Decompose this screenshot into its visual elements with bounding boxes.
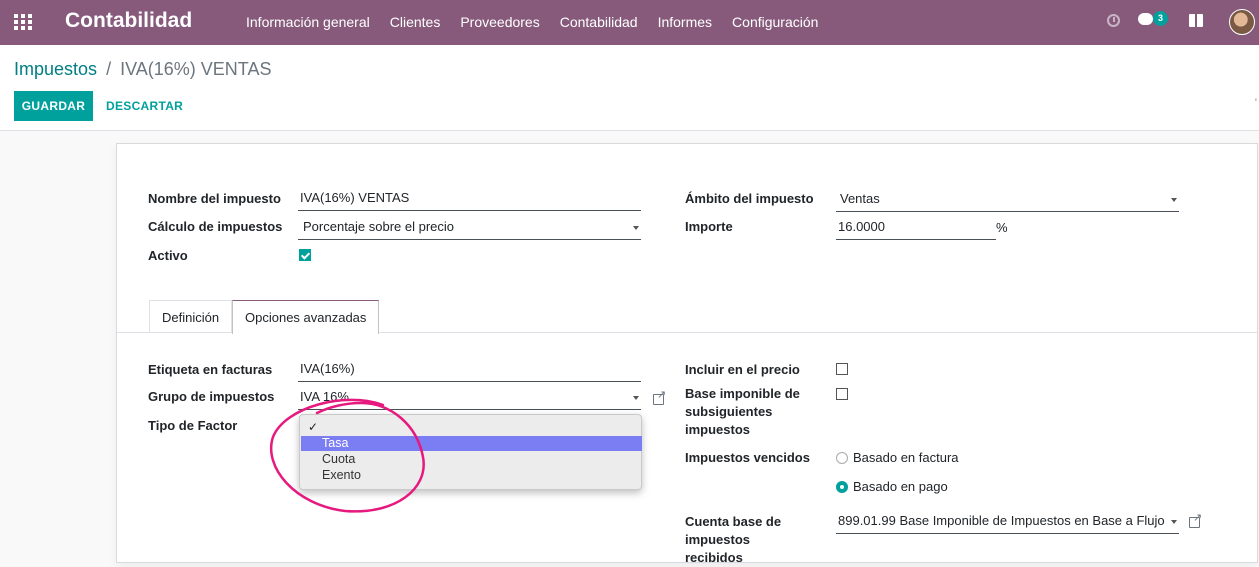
tax-computation-select[interactable]: Porcentaje sobre el precio — [298, 216, 641, 240]
chat-icon[interactable] — [1138, 13, 1153, 25]
menu-item-proveedores[interactable]: Proveedores — [450, 0, 549, 45]
tax-group-label: Grupo de impuestos — [148, 389, 275, 404]
tax-computation-label: Cálculo de impuestos — [148, 219, 283, 234]
factor-option-tasa[interactable]: Tasa — [301, 436, 642, 451]
control-panel: Impuestos / IVA(16%) VENTAS GUARDAR DESC… — [0, 45, 1259, 131]
tax-name-field[interactable]: IVA(16%) VENTAS — [298, 187, 641, 211]
tab-opciones-avanzadas[interactable]: Opciones avanzadas — [232, 300, 380, 334]
factor-type-label: Tipo de Factor — [148, 418, 238, 433]
menu-item-informacion-general[interactable]: Información general — [236, 0, 380, 45]
pager-icon: ' — [1254, 97, 1257, 109]
cash-basis-account-value: 899.01.99 Base Imponible de Impuestos en… — [838, 513, 1165, 528]
chevron-down-icon — [1171, 198, 1177, 202]
clock-icon[interactable] — [1107, 14, 1120, 27]
apps-grid-icon[interactable] — [14, 14, 32, 30]
discard-button[interactable]: DESCARTAR — [106, 91, 183, 121]
invoice-label-label: Etiqueta en facturas — [148, 362, 273, 377]
chat-count-badge: 3 — [1153, 11, 1168, 26]
tax-scope-label: Ámbito del impuesto — [685, 191, 814, 206]
breadcrumb-current: IVA(16%) VENTAS — [120, 59, 272, 79]
invoice-label-field[interactable]: IVA(16%) — [298, 358, 641, 382]
affect-base-label: Base imponible de subsiguientes impuesto… — [685, 386, 800, 437]
breadcrumb-parent[interactable]: Impuestos — [14, 59, 97, 79]
amount-unit: % — [996, 220, 1008, 235]
exigibility-payment-label[interactable]: Basado en pago — [853, 479, 948, 494]
breadcrumb-separator: / — [106, 59, 112, 79]
active-label: Activo — [148, 248, 188, 263]
check-icon: ✓ — [308, 420, 319, 434]
factor-option-empty[interactable]: ✓ — [301, 417, 642, 434]
save-button[interactable]: GUARDAR — [14, 91, 93, 121]
tab-definicion[interactable]: Definición — [149, 300, 233, 333]
factor-option-cuota[interactable]: Cuota — [301, 452, 642, 467]
exigibility-label: Impuestos vencidos — [685, 450, 810, 465]
app-title: Contabilidad — [65, 9, 193, 32]
amount-label: Importe — [685, 219, 733, 234]
tax-group-value: IVA 16% — [300, 389, 349, 404]
active-checkbox[interactable] — [299, 249, 311, 261]
form-sheet: Nombre del impuesto IVA(16%) VENTAS Cálc… — [116, 143, 1258, 565]
include-in-price-checkbox[interactable] — [836, 363, 848, 375]
exigibility-invoice-label[interactable]: Basado en factura — [853, 450, 959, 465]
tax-computation-value: Porcentaje sobre el precio — [303, 219, 455, 234]
chevron-down-icon — [633, 226, 639, 230]
external-link-icon[interactable] — [653, 388, 666, 405]
gift-icon[interactable] — [1189, 14, 1203, 27]
cash-basis-account-select[interactable]: 899.01.99 Base Imponible de Impuestos en… — [836, 510, 1179, 534]
avatar[interactable] — [1229, 9, 1255, 35]
chevron-down-icon — [1171, 520, 1177, 524]
exigibility-payment-radio[interactable] — [836, 481, 848, 493]
tax-name-label: Nombre del impuesto — [148, 191, 281, 206]
top-navbar: Contabilidad Información general Cliente… — [0, 0, 1259, 45]
breadcrumb: Impuestos / IVA(16%) VENTAS — [14, 59, 271, 80]
exigibility-invoice-radio[interactable] — [836, 452, 848, 464]
include-in-price-label: Incluir en el precio — [685, 362, 800, 377]
menu-item-contabilidad[interactable]: Contabilidad — [550, 0, 648, 45]
tax-scope-value: Ventas — [840, 191, 880, 206]
amount-field[interactable]: 16.0000 — [836, 216, 996, 240]
tax-group-select[interactable]: IVA 16% — [298, 386, 641, 410]
affect-base-checkbox[interactable] — [836, 388, 848, 400]
menu-item-clientes[interactable]: Clientes — [380, 0, 451, 45]
menu-item-configuracion[interactable]: Configuración — [722, 0, 828, 45]
main-menu: Información general Clientes Proveedores… — [236, 0, 828, 45]
chevron-down-icon — [633, 396, 639, 400]
factor-option-exento[interactable]: Exento — [301, 468, 642, 483]
cash-basis-account-label: Cuenta base de impuestos recibidos — [685, 514, 782, 565]
tax-scope-select[interactable]: Ventas — [836, 188, 1179, 212]
menu-item-informes[interactable]: Informes — [648, 0, 722, 45]
factor-type-dropdown[interactable]: ✓ Tasa Cuota Exento — [299, 414, 642, 490]
external-link-icon[interactable] — [1189, 511, 1202, 528]
